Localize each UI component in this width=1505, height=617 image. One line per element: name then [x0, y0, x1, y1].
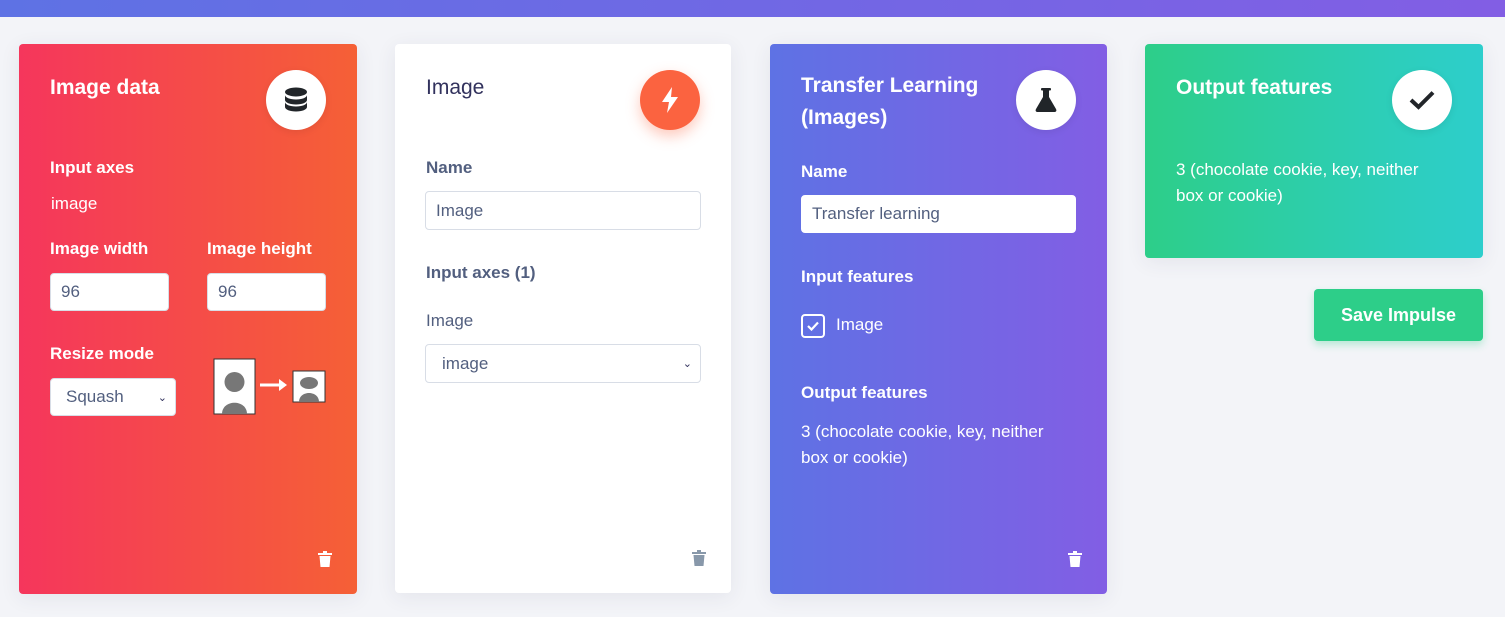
- output-line-1: 3 (chocolate cookie, key, neither: [801, 422, 1044, 441]
- chevron-down-icon: ⌄: [682, 358, 692, 370]
- learning-block-card: Transfer Learning (Images) Name Transfer…: [770, 44, 1107, 594]
- chevron-down-icon: ⌄: [157, 391, 167, 404]
- resize-mode-illustration: [213, 358, 326, 415]
- name-label: Name: [801, 162, 848, 181]
- output-features-text: 3 (chocolate cookie, key, neither box or…: [801, 419, 1044, 471]
- save-impulse-button[interactable]: Save Impulse: [1314, 289, 1483, 341]
- input-axes-label: Input axes (1): [426, 263, 536, 282]
- input-features-label: Input features: [801, 267, 914, 286]
- card-title-line1: Transfer Learning: [801, 74, 979, 97]
- resize-mode-select[interactable]: Squash ⌄: [50, 378, 176, 416]
- resize-mode-value: Squash: [66, 387, 124, 406]
- top-gradient-bar: [0, 0, 1505, 17]
- database-icon: [266, 70, 326, 130]
- output-features-text: 3 (chocolate cookie, key, neither box or…: [1176, 157, 1419, 209]
- trash-icon[interactable]: [1068, 551, 1082, 572]
- output-block-card: Output features 3 (chocolate cookie, key…: [1145, 44, 1483, 258]
- block-name-input[interactable]: Transfer learning: [801, 195, 1076, 233]
- name-label: Name: [426, 158, 473, 177]
- check-circle-icon: [1392, 70, 1452, 130]
- resize-mode-label: Resize mode: [50, 344, 154, 363]
- image-data-card: Image data Input axes image Image width …: [19, 44, 357, 594]
- card-title: Image data: [50, 76, 160, 99]
- processing-block-card: Image Name Image Input axes (1) Image im…: [395, 44, 731, 593]
- card-title: Image: [426, 76, 485, 99]
- feature-checkbox-label[interactable]: Image: [836, 315, 883, 335]
- flask-icon: [1016, 70, 1076, 130]
- output-line-2: box or cookie): [1176, 186, 1283, 205]
- output-line-1: 3 (chocolate cookie, key, neither: [1176, 160, 1419, 179]
- axis-label: Image: [426, 311, 474, 330]
- feature-checkbox[interactable]: [801, 314, 825, 338]
- image-height-input[interactable]: 96: [207, 273, 326, 311]
- image-width-label: Image width: [50, 239, 149, 258]
- trash-icon[interactable]: [318, 551, 332, 572]
- block-name-input[interactable]: Image: [425, 191, 701, 230]
- card-title-line2: (Images): [801, 106, 888, 129]
- card-title: Output features: [1176, 76, 1333, 99]
- check-icon: [1409, 91, 1435, 110]
- input-axes-value: image: [51, 194, 98, 213]
- output-features-label: Output features: [801, 383, 928, 402]
- output-line-2: box or cookie): [801, 448, 908, 467]
- trash-icon[interactable]: [692, 550, 706, 571]
- image-width-input[interactable]: 96: [50, 273, 169, 311]
- image-height-label: Image height: [207, 239, 312, 258]
- card-title: Transfer Learning (Images): [801, 70, 978, 134]
- check-icon: [807, 321, 819, 331]
- input-axes-label: Input axes: [50, 158, 135, 177]
- bolt-icon: [640, 70, 700, 130]
- axis-select[interactable]: image ⌄: [425, 344, 701, 383]
- axis-select-value: image: [442, 353, 489, 373]
